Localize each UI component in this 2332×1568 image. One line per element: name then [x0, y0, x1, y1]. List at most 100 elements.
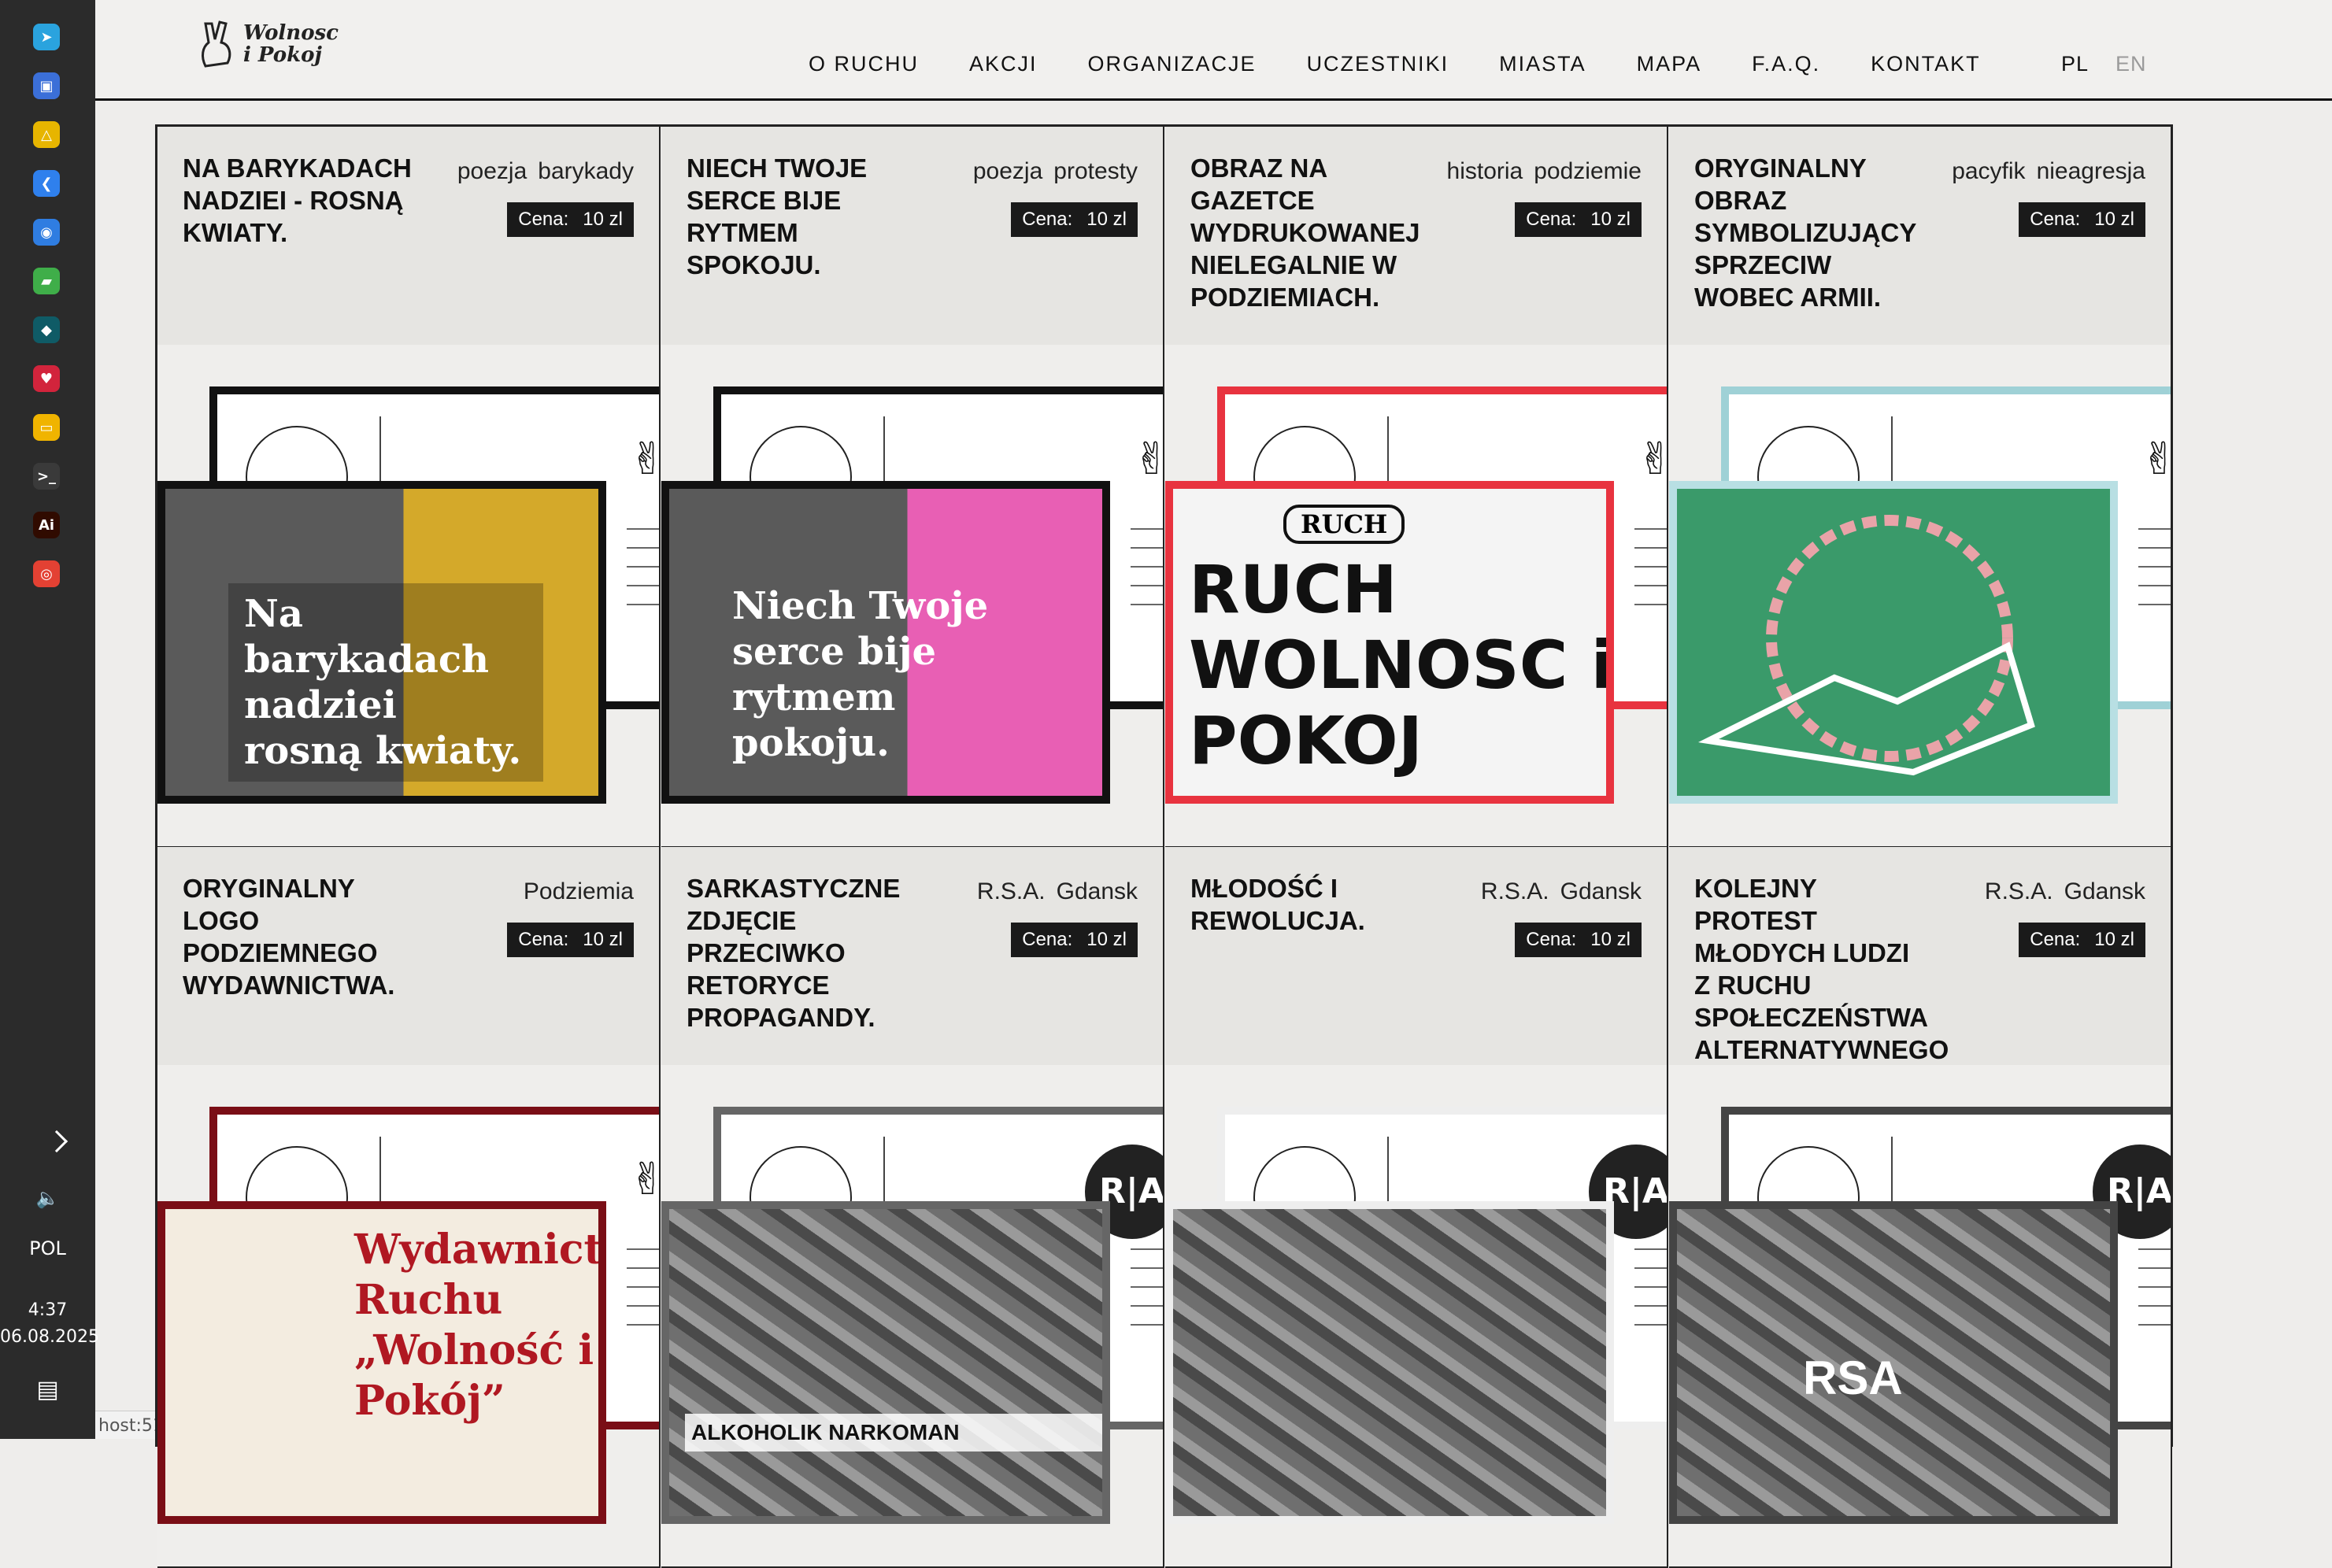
address-lines	[1131, 528, 1163, 623]
tag[interactable]: Gdansk	[1560, 878, 1642, 904]
peace-hand-icon: ✌	[1637, 434, 1667, 485]
tag[interactable]: podziemie	[1534, 158, 1642, 184]
tag[interactable]: Podziemia	[524, 878, 634, 904]
card-tags: poezja barykady	[446, 158, 634, 185]
price-label: Cena:	[518, 209, 569, 230]
nav-item-organizacje[interactable]: ORGANIZACJE	[1088, 52, 1257, 76]
postcard-front-image[interactable]: RSA	[1669, 1201, 2118, 1524]
card-title[interactable]: NIECH TWOJE SERCE BIJE RYTMEM SPOKOJU.	[687, 152, 923, 281]
price-value: 10 zl	[1590, 929, 1631, 950]
price-label: Cena:	[1022, 209, 1073, 230]
product-card[interactable]: ORYGINALNY LOGO PODZIEMNEGO WYDAWNICTWA.…	[157, 847, 661, 1568]
taskbar: 🔈 POL 4:37 06.08.2025 ▤ ➤ ▣ △ ❮ ◉ ▰ ◆ ♥ ▭ >_ Ai ◎	[0, 0, 99, 1439]
nav-item-akcji[interactable]: AKCJI	[969, 52, 1038, 76]
product-card[interactable]: NIECH TWOJE SERCE BIJE RYTMEM SPOKOJU. po…	[661, 127, 1164, 848]
postcard-front-text: RUCH WOLNOSC i POKOJ	[1189, 551, 1614, 779]
globe-app-icon[interactable]: ◆	[33, 316, 60, 343]
site-logo[interactable]: Wolnosc i Pokoj	[198, 19, 339, 69]
chrome-icon[interactable]: ◎	[33, 560, 60, 587]
peace-hand-icon: ✌	[629, 1154, 659, 1205]
postcard-front-text: Niech Twoje serce bije rytmem pokoju.	[732, 584, 989, 765]
nav-item-o-ruchu[interactable]: O RUCHU	[809, 52, 919, 76]
green-app-icon[interactable]: ▰	[33, 268, 60, 294]
nav-item-kontakt[interactable]: KONTAKT	[1871, 52, 1981, 76]
card-title[interactable]: ORYGINALNY OBRAZ SYMBOLIZUJĄCY SPRZECIW …	[1694, 152, 1930, 313]
postcard-front-image[interactable]: ALKOHOLIK NARKOMAN	[661, 1201, 1110, 1524]
product-card[interactable]: OBRAZ NA GAZETCE WYDRUKOWANEJ NIELEGALNI…	[1165, 127, 1668, 848]
logo-text: Wolnosc i Pokoj	[243, 22, 339, 66]
logo-line-2: i Pokoj	[243, 43, 322, 67]
price-value: 10 zl	[583, 209, 623, 230]
main-nav: O RUCHU AKCJI ORGANIZACJE UCZESTNIKI MIASTA M…	[809, 52, 2031, 76]
address-lines	[627, 1248, 659, 1343]
tag[interactable]: R.S.A.	[1481, 878, 1549, 904]
card-title[interactable]: OBRAZ NA GAZETCE WYDRUKOWANEJ NIELEGALNI…	[1190, 152, 1427, 313]
red-app-icon[interactable]: ♥	[33, 365, 60, 392]
postcard-front-image[interactable]	[1669, 481, 2118, 804]
ruch-badge: RUCH	[1283, 505, 1405, 544]
postcard-front-image[interactable]: Niech Twoje serce bije rytmem pokoju.	[661, 481, 1110, 804]
product-card[interactable]: SARKASTYCZNE ZDJĘCIE PRZECIWKO RETORYCE …	[661, 847, 1164, 1568]
card-title[interactable]: MŁODOŚĆ I REWOLUCJA.	[1190, 872, 1427, 937]
price-badge: Cena: 10 zl	[1515, 202, 1642, 237]
lang-pl[interactable]: PL	[2061, 52, 2089, 76]
save-icon[interactable]: ▣	[33, 72, 60, 99]
card-title[interactable]: KOLEJNY PROTEST MŁODYCH LUDZI Z RUCHU SP…	[1694, 872, 1949, 1066]
volume-icon[interactable]: 🔈	[0, 1187, 95, 1209]
postcard-front-image[interactable]: Wydawnictwo Ruchu „Wolność i Pokój”	[157, 1201, 606, 1524]
card-header: OBRAZ NA GAZETCE WYDRUKOWANEJ NIELEGALNI…	[1165, 127, 1667, 345]
product-card[interactable]: NA BARYKADACH NADZIEI - ROSNĄ KWIATY. poe…	[157, 127, 661, 848]
browser-icon[interactable]: ◉	[33, 219, 60, 246]
product-card[interactable]: ORYGINALNY OBRAZ SYMBOLIZUJĄCY SPRZECIW …	[1669, 127, 2172, 848]
card-title[interactable]: NA BARYKADACH NADZIEI - ROSNĄ KWIATY.	[183, 152, 419, 249]
clock-date[interactable]: 06.08.2025	[0, 1327, 99, 1347]
address-lines	[1131, 1248, 1163, 1343]
notifications-icon[interactable]: ▤	[0, 1376, 95, 1403]
terminal-icon[interactable]: >_	[33, 463, 60, 490]
price-value: 10 zl	[583, 929, 623, 950]
nav-item-mapa[interactable]: MAPA	[1637, 52, 1702, 76]
vscode-icon[interactable]: ❮	[33, 170, 60, 197]
price-value: 10 zl	[1590, 209, 1631, 230]
product-card[interactable]: KOLEJNY PROTEST MŁODYCH LUDZI Z RUCHU SP…	[1669, 847, 2172, 1568]
tag[interactable]: poezja	[457, 158, 527, 184]
card-tags: historia podziemie	[1436, 158, 1642, 185]
price-badge: Cena: 10 zl	[2019, 202, 2145, 237]
keyboard-language[interactable]: POL	[0, 1237, 95, 1259]
postcard-front-image[interactable]: RUCH RUCH WOLNOSC i POKOJ	[1165, 481, 1614, 804]
tag[interactable]: R.S.A.	[977, 878, 1046, 904]
tag[interactable]: poezja	[973, 158, 1042, 184]
tag[interactable]: Gdansk	[2064, 878, 2145, 904]
warning-app-icon[interactable]: △	[33, 121, 60, 148]
card-tags: R.S.A. Gdansk	[1470, 878, 1642, 905]
tag[interactable]: Gdansk	[1057, 878, 1138, 904]
clock-time[interactable]: 4:37	[0, 1300, 95, 1320]
tag[interactable]: historia	[1447, 158, 1523, 184]
lang-en[interactable]: EN	[2115, 52, 2147, 76]
illustrator-icon[interactable]: Ai	[33, 512, 60, 538]
tag[interactable]: protesty	[1053, 158, 1138, 184]
tag[interactable]: R.S.A.	[1985, 878, 2053, 904]
card-header: KOLEJNY PROTEST MŁODYCH LUDZI Z RUCHU SP…	[1669, 847, 2171, 1065]
card-title[interactable]: ORYGINALNY LOGO PODZIEMNEGO WYDAWNICTWA.	[183, 872, 419, 1001]
card-title[interactable]: SARKASTYCZNE ZDJĘCIE PRZECIWKO RETORYCE …	[687, 872, 923, 1034]
nav-item-uczestniki[interactable]: UCZESTNIKI	[1307, 52, 1449, 76]
price-value: 10 zl	[2094, 209, 2134, 230]
file-explorer-icon[interactable]: ▭	[33, 414, 60, 441]
address-lines	[627, 528, 659, 623]
product-card[interactable]: MŁODOŚĆ I REWOLUCJA. R.S.A. Gdansk Cena: 10 …	[1165, 847, 1668, 1568]
tag[interactable]: nieagresja	[2037, 158, 2145, 184]
nav-item-f-a-q[interactable]: F.A.Q.	[1752, 52, 1820, 76]
card-header: NIECH TWOJE SERCE BIJE RYTMEM SPOKOJU. po…	[661, 127, 1163, 345]
postcard-front-image[interactable]	[1165, 1201, 1614, 1524]
card-tags: poezja protesty	[962, 158, 1138, 185]
tag[interactable]: pacyfik	[1952, 158, 2025, 184]
nav-item-miasta[interactable]: MIASTA	[1499, 52, 1586, 76]
tag[interactable]: barykady	[538, 158, 634, 184]
postcard-front-image[interactable]: Na barykadach nadziei rosną kwiaty.	[157, 481, 606, 804]
telegram-icon[interactable]: ➤	[33, 24, 60, 50]
dove-hand-icon	[202, 20, 231, 68]
address-lines	[2138, 1248, 2171, 1343]
peace-hand-icon: ✌	[1133, 434, 1163, 485]
chevron-right-icon[interactable]	[45, 1130, 68, 1153]
